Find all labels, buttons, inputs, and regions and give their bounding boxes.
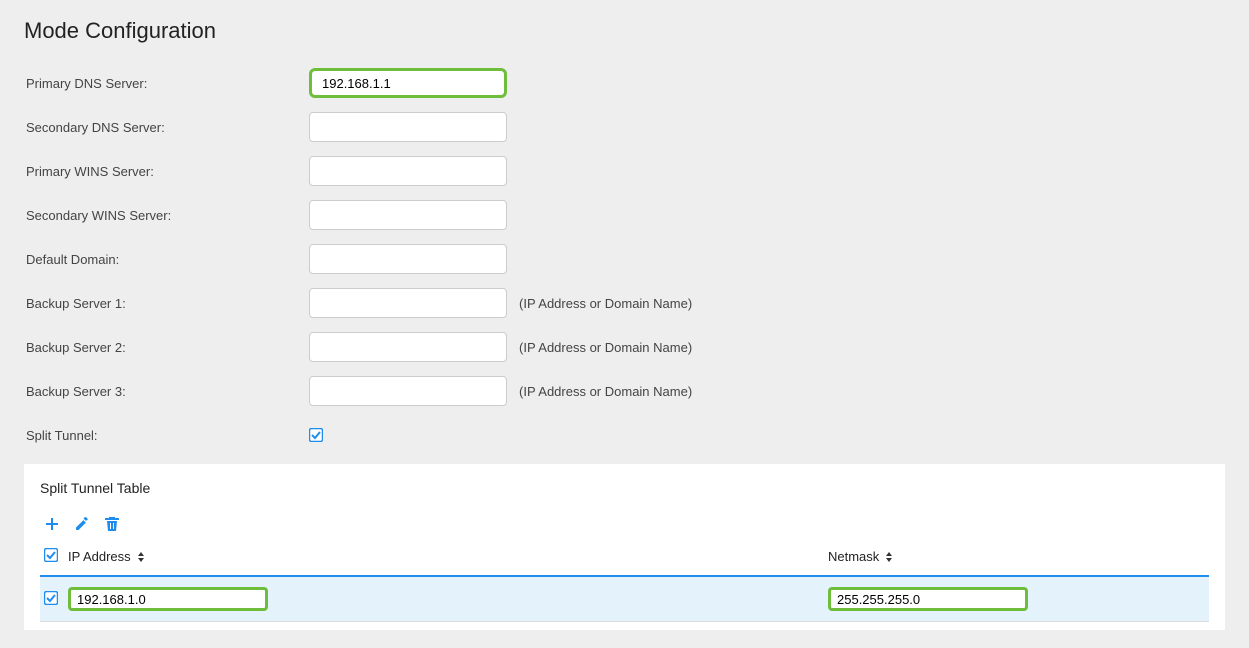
edit-icon xyxy=(74,516,90,532)
label-primary-dns: Primary DNS Server: xyxy=(24,76,309,91)
checked-checkbox-icon xyxy=(44,591,58,605)
checkbox-split-tunnel[interactable] xyxy=(309,428,323,442)
delete-row-button[interactable] xyxy=(104,516,120,532)
label-secondary-dns: Secondary DNS Server: xyxy=(24,120,309,135)
row-backup2: Backup Server 2: (IP Address or Domain N… xyxy=(24,332,1225,362)
input-primary-wins[interactable] xyxy=(309,156,507,186)
hint-backup2: (IP Address or Domain Name) xyxy=(519,340,692,355)
add-row-button[interactable] xyxy=(44,516,60,532)
row-ip-input[interactable] xyxy=(68,587,268,611)
hint-backup3: (IP Address or Domain Name) xyxy=(519,384,692,399)
input-primary-dns[interactable] xyxy=(309,68,507,98)
row-primary-dns: Primary DNS Server: xyxy=(24,68,1225,98)
label-primary-wins: Primary WINS Server: xyxy=(24,164,309,179)
column-header-ip[interactable]: IP Address xyxy=(68,549,828,564)
column-header-netmask-label: Netmask xyxy=(828,549,879,564)
input-secondary-dns[interactable] xyxy=(309,112,507,142)
label-backup2: Backup Server 2: xyxy=(24,340,309,355)
split-tunnel-title: Split Tunnel Table xyxy=(40,480,1209,496)
trash-icon xyxy=(104,516,120,532)
sort-icon xyxy=(885,552,893,562)
input-backup3[interactable] xyxy=(309,376,507,406)
label-backup1: Backup Server 1: xyxy=(24,296,309,311)
row-secondary-dns: Secondary DNS Server: xyxy=(24,112,1225,142)
row-default-domain: Default Domain: xyxy=(24,244,1225,274)
label-secondary-wins: Secondary WINS Server: xyxy=(24,208,309,223)
checked-checkbox-icon xyxy=(309,428,323,442)
row-backup1: Backup Server 1: (IP Address or Domain N… xyxy=(24,288,1225,318)
split-tunnel-panel: Split Tunnel Table IP Address xyxy=(24,464,1225,630)
input-backup1[interactable] xyxy=(309,288,507,318)
input-default-domain[interactable] xyxy=(309,244,507,274)
table-toolbar xyxy=(40,516,1209,542)
sort-icon xyxy=(137,552,145,562)
label-default-domain: Default Domain: xyxy=(24,252,309,267)
column-header-ip-label: IP Address xyxy=(68,549,131,564)
column-header-netmask[interactable]: Netmask xyxy=(828,549,893,564)
row-primary-wins: Primary WINS Server: xyxy=(24,156,1225,186)
row-backup3: Backup Server 3: (IP Address or Domain N… xyxy=(24,376,1225,406)
label-backup3: Backup Server 3: xyxy=(24,384,309,399)
table-header: IP Address Netmask xyxy=(40,542,1209,577)
row-secondary-wins: Secondary WINS Server: xyxy=(24,200,1225,230)
edit-row-button[interactable] xyxy=(74,516,90,532)
label-split-tunnel: Split Tunnel: xyxy=(24,428,309,443)
plus-icon xyxy=(44,516,60,532)
select-all-checkbox[interactable] xyxy=(44,548,68,565)
row-netmask-input[interactable] xyxy=(828,587,1028,611)
page-title: Mode Configuration xyxy=(24,18,1225,44)
checked-checkbox-icon xyxy=(44,548,58,562)
row-checkbox[interactable] xyxy=(44,591,68,608)
input-backup2[interactable] xyxy=(309,332,507,362)
row-split-tunnel: Split Tunnel: xyxy=(24,420,1225,450)
input-secondary-wins[interactable] xyxy=(309,200,507,230)
table-row xyxy=(40,577,1209,622)
hint-backup1: (IP Address or Domain Name) xyxy=(519,296,692,311)
